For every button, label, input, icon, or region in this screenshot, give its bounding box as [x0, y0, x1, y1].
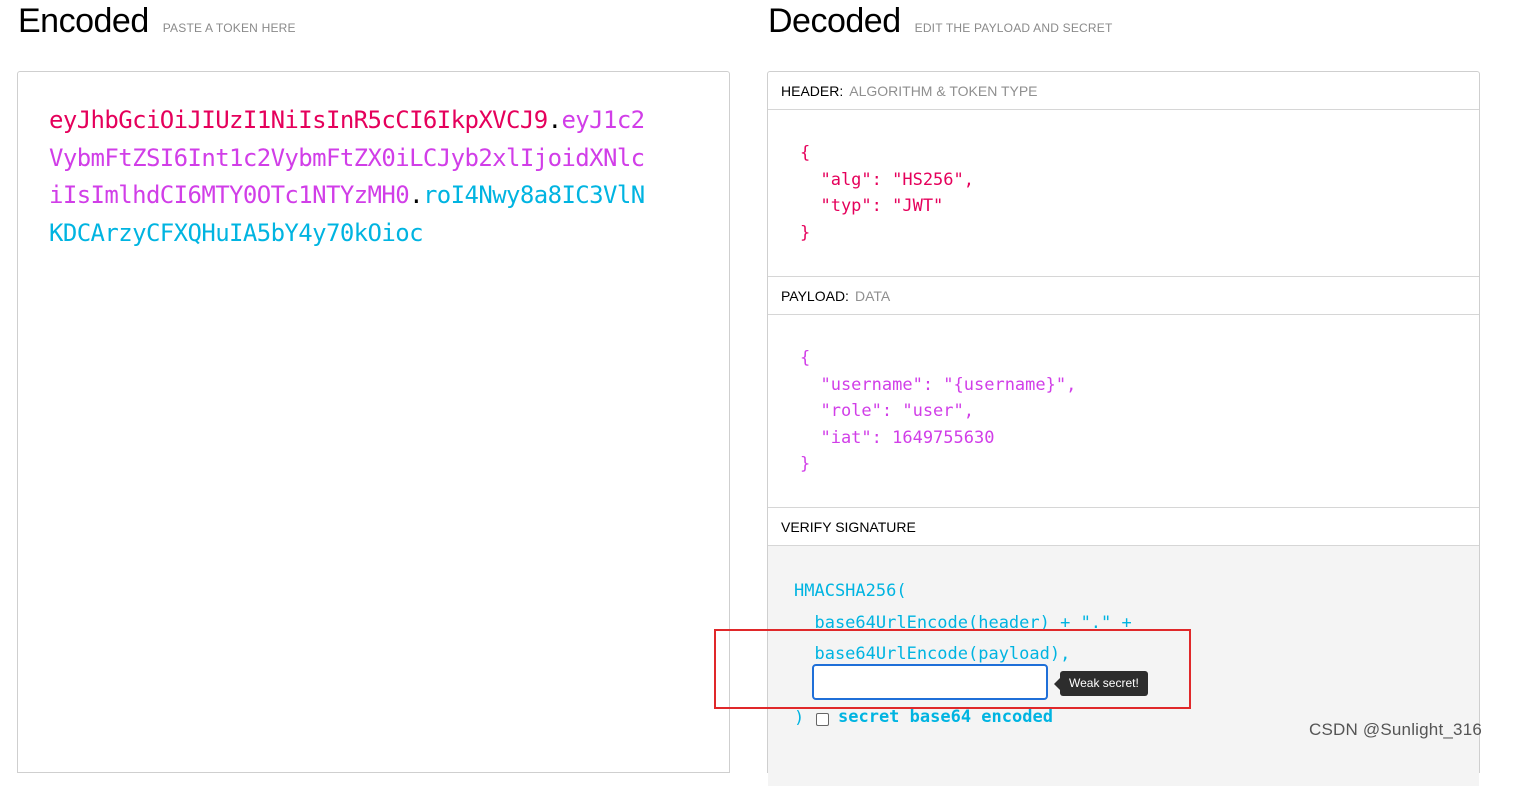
- encoded-token-text[interactable]: eyJhbGciOiJIUzI1NiIsInR5cCI6IkpXVCJ9.eyJ…: [49, 102, 649, 252]
- token-header-part: eyJhbGciOiJIUzI1NiIsInR5cCI6IkpXVCJ9: [49, 106, 548, 134]
- token-dot-separator: .: [409, 181, 423, 209]
- decoded-heading: Decoded EDIT THE PAYLOAD AND SECRET: [768, 2, 1113, 41]
- encoded-title: Encoded: [18, 2, 149, 40]
- encoded-token-editor[interactable]: eyJhbGciOiJIUzI1NiIsInR5cCI6IkpXVCJ9.eyJ…: [17, 71, 730, 773]
- encoded-subtitle: PASTE A TOKEN HERE: [162, 21, 296, 35]
- highlight-annotation-box: [714, 629, 1191, 709]
- payload-json[interactable]: { "username": "{username}", "role": "use…: [800, 345, 1076, 478]
- header-label: HEADER:: [781, 83, 844, 99]
- decoded-subtitle: EDIT THE PAYLOAD AND SECRET: [914, 21, 1113, 35]
- payload-label: PAYLOAD:: [781, 288, 849, 304]
- payload-sublabel: DATA: [854, 288, 891, 304]
- header-json-editor[interactable]: { "alg": "HS256", "typ": "JWT" }: [768, 110, 1479, 277]
- secret-base64-label[interactable]: secret base64 encoded: [838, 707, 1053, 727]
- encoded-heading: Encoded PASTE A TOKEN HERE: [18, 2, 296, 41]
- header-json[interactable]: { "alg": "HS256", "typ": "JWT" }: [800, 140, 974, 246]
- verify-signature-title: VERIFY SIGNATURE: [768, 508, 1479, 546]
- secret-base64-checkbox[interactable]: [816, 713, 829, 726]
- header-sublabel: ALGORITHM & TOKEN TYPE: [849, 83, 1038, 99]
- watermark: CSDN @Sunlight_316: [1309, 720, 1483, 739]
- decoded-title: Decoded: [768, 2, 901, 40]
- verify-label: VERIFY SIGNATURE: [781, 519, 916, 535]
- token-dot-separator: .: [547, 106, 562, 134]
- closing-paren: ): [794, 708, 805, 728]
- payload-json-editor[interactable]: { "username": "{username}", "role": "use…: [768, 315, 1479, 508]
- header-section-title: HEADER: ALGORITHM & TOKEN TYPE: [768, 72, 1479, 110]
- payload-section-title: PAYLOAD: DATA: [768, 277, 1479, 315]
